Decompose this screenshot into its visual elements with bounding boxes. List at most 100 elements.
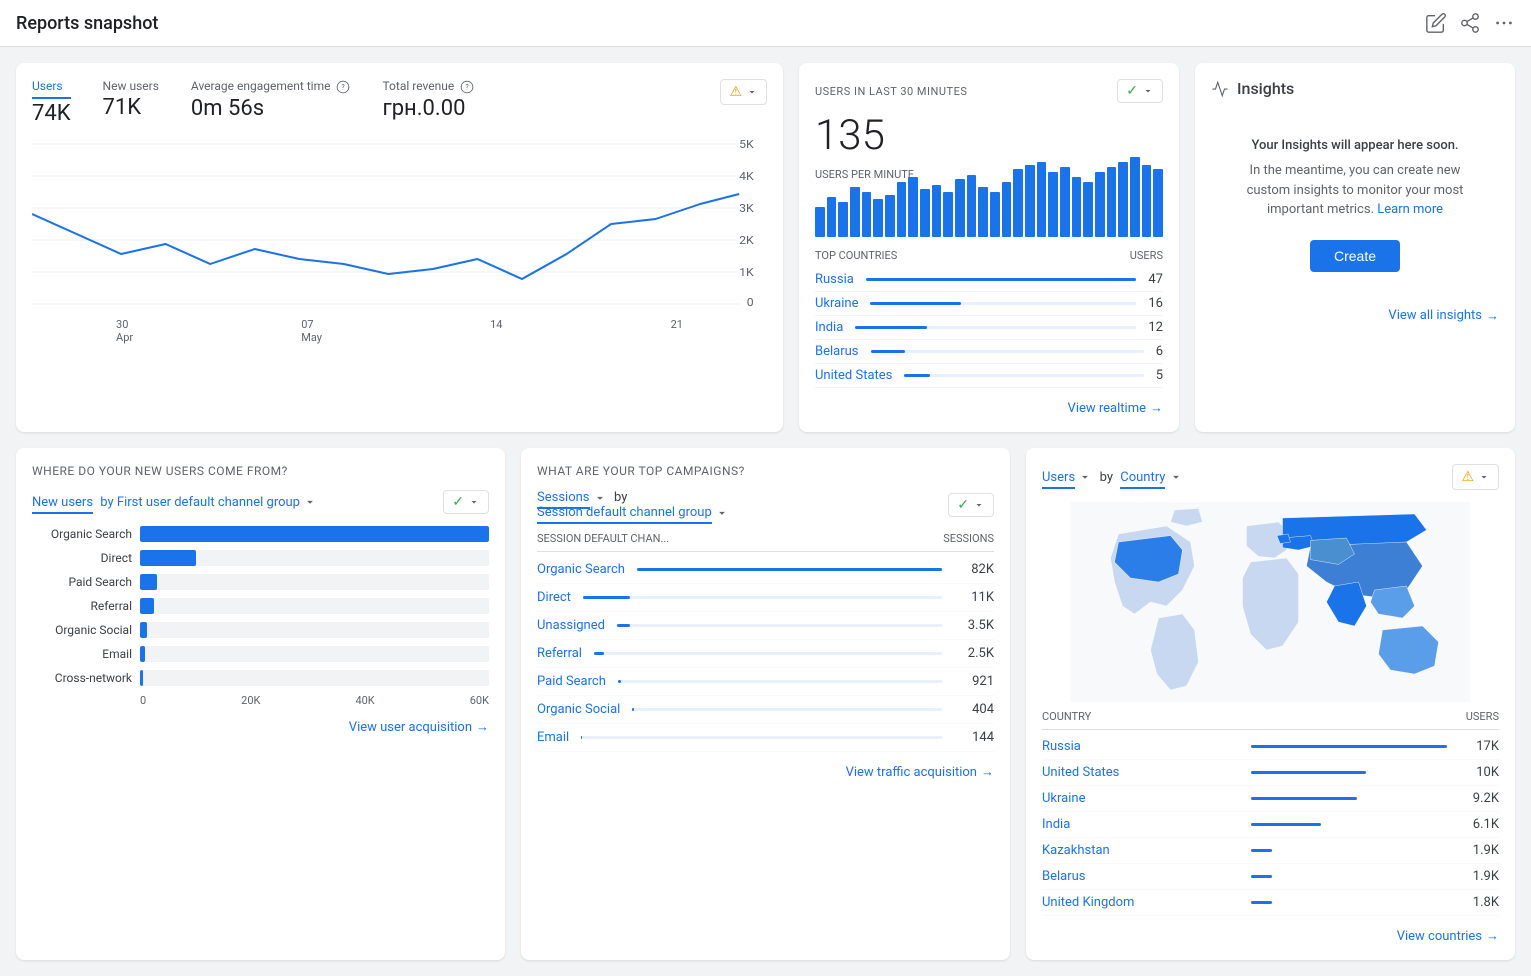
users-col-header: USERS bbox=[1466, 710, 1499, 723]
country-name[interactable]: India bbox=[815, 320, 843, 335]
share-icon[interactable] bbox=[1459, 12, 1481, 34]
country-row: India 12 bbox=[815, 316, 1163, 340]
total-revenue-metric: Total revenue ? грн.0.00 bbox=[382, 79, 474, 121]
top-countries-label: TOP COUNTRIES bbox=[815, 249, 897, 262]
realtime-bar bbox=[1083, 182, 1093, 237]
geo-row: Russia 17K bbox=[1042, 734, 1499, 760]
view-traffic-acq-link[interactable]: View traffic acquisition → bbox=[537, 764, 994, 780]
insights-empty-text: In the meantime, you can create new cust… bbox=[1227, 161, 1483, 220]
view-realtime-link[interactable]: View realtime → bbox=[815, 400, 1163, 416]
realtime-bar bbox=[967, 175, 977, 237]
edit-icon[interactable] bbox=[1425, 12, 1447, 34]
dropdown-icon-acq[interactable] bbox=[303, 495, 317, 509]
acq-check-badge[interactable]: ✓ bbox=[443, 490, 489, 514]
session-name[interactable]: Email bbox=[537, 730, 569, 745]
view-countries-link[interactable]: View countries → bbox=[1042, 928, 1499, 944]
learn-more-link[interactable]: Learn more bbox=[1377, 202, 1443, 217]
metrics-row: Users 74K New users 71K Average engageme… bbox=[32, 79, 767, 126]
create-button[interactable]: Create bbox=[1310, 240, 1400, 272]
hbar-row: Organic Social bbox=[32, 622, 489, 638]
session-name[interactable]: Organic Social bbox=[537, 702, 620, 717]
geo-bar bbox=[1251, 817, 1448, 832]
realtime-check-badge[interactable]: ✓ bbox=[1117, 79, 1163, 103]
help-icon-2: ? bbox=[460, 80, 474, 94]
more-icon[interactable] bbox=[1493, 12, 1515, 34]
country-users: 6 bbox=[1156, 344, 1163, 359]
session-row: Unassigned 3.5K bbox=[537, 612, 994, 640]
user-acq-title: New users by First user default channel … bbox=[32, 495, 317, 510]
country-row: Belarus 6 bbox=[815, 340, 1163, 364]
realtime-bar bbox=[1037, 162, 1047, 237]
geo-country-name[interactable]: Belarus bbox=[1042, 869, 1239, 884]
hbar-row: Paid Search bbox=[32, 574, 489, 590]
session-row: Email 144 bbox=[537, 724, 994, 752]
top-countries-header: TOP COUNTRIES USERS bbox=[815, 249, 1163, 262]
geo-country-name[interactable]: United Kingdom bbox=[1042, 895, 1239, 910]
hbar-container bbox=[140, 646, 489, 662]
camp-check-badge[interactable]: ✓ bbox=[948, 493, 994, 517]
view-user-acq-link[interactable]: View user acquisition → bbox=[32, 719, 489, 735]
geo-bar bbox=[1251, 895, 1448, 910]
hbar-row: Referral bbox=[32, 598, 489, 614]
realtime-bar bbox=[1107, 167, 1117, 237]
users-label[interactable]: Users bbox=[32, 79, 71, 99]
country-name[interactable]: Ukraine bbox=[815, 296, 858, 311]
geo-subheader: Users by Country ⚠ bbox=[1042, 464, 1499, 490]
dropdown-icon-camp2[interactable] bbox=[715, 506, 729, 520]
geo-country-name[interactable]: Ukraine bbox=[1042, 791, 1239, 806]
country-name[interactable]: United States bbox=[815, 368, 892, 383]
geo-users-val: 1.9K bbox=[1459, 869, 1499, 884]
chart-label-21: 21 bbox=[671, 318, 683, 344]
session-name[interactable]: Direct bbox=[537, 590, 571, 605]
realtime-bar bbox=[850, 187, 860, 237]
dropdown-icon-geo3 bbox=[1478, 471, 1490, 483]
session-name[interactable]: Paid Search bbox=[537, 674, 606, 689]
page-header: Reports snapshot bbox=[0, 0, 1531, 47]
session-name[interactable]: Referral bbox=[537, 646, 582, 661]
session-bar bbox=[617, 624, 630, 627]
svg-text:5K: 5K bbox=[739, 138, 754, 151]
new-users-metric: New users 71K bbox=[103, 79, 159, 120]
geo-country-name[interactable]: United States bbox=[1042, 765, 1239, 780]
campaigns-card: WHAT ARE YOUR TOP CAMPAIGNS? Sessions by… bbox=[521, 448, 1010, 960]
dropdown-icon-camp[interactable] bbox=[593, 491, 607, 505]
session-bar-container bbox=[594, 652, 942, 655]
view-all-insights-link[interactable]: View all insights → bbox=[1211, 308, 1499, 324]
session-bar bbox=[583, 596, 630, 599]
session-name[interactable]: Organic Search bbox=[537, 562, 625, 577]
realtime-bar bbox=[978, 187, 988, 237]
user-acq-section-title: WHERE DO YOUR NEW USERS COME FROM? bbox=[32, 464, 489, 478]
hbar-row: Cross-network bbox=[32, 670, 489, 686]
session-row: Paid Search 921 bbox=[537, 668, 994, 696]
campaigns-section-title: WHAT ARE YOUR TOP CAMPAIGNS? bbox=[537, 464, 994, 478]
warning-icon: ⚠ bbox=[729, 84, 742, 100]
world-map bbox=[1042, 502, 1499, 702]
geo-country-name[interactable]: India bbox=[1042, 817, 1239, 832]
realtime-bar bbox=[943, 192, 953, 237]
country-name[interactable]: Russia bbox=[815, 272, 854, 287]
realtime-card: USERS IN LAST 30 MINUTES ✓ 135 USERS PER… bbox=[799, 63, 1179, 432]
geo-row: Kazakhstan 1.9K bbox=[1042, 838, 1499, 864]
users-card: Users 74K New users 71K Average engageme… bbox=[16, 63, 783, 432]
hbar-fill bbox=[140, 622, 147, 638]
chart-label-may: 07May bbox=[301, 318, 322, 344]
geo-bar bbox=[1251, 843, 1448, 858]
warning-badge[interactable]: ⚠ bbox=[720, 79, 767, 105]
session-name[interactable]: Unassigned bbox=[537, 618, 605, 633]
session-bar-container bbox=[581, 736, 942, 739]
session-value: 144 bbox=[954, 730, 994, 745]
user-acq-subheader: New users by First user default channel … bbox=[32, 490, 489, 514]
geo-country-name[interactable]: Kazakhstan bbox=[1042, 843, 1239, 858]
realtime-bar bbox=[1060, 167, 1070, 237]
geo-warning-badge[interactable]: ⚠ bbox=[1452, 464, 1499, 490]
realtime-bar bbox=[1025, 165, 1035, 237]
dropdown-icon-geo2[interactable] bbox=[1169, 470, 1183, 484]
hbar-label: Email bbox=[32, 647, 132, 661]
realtime-bar bbox=[990, 192, 1000, 237]
realtime-bar bbox=[838, 202, 848, 237]
dropdown-icon-geo[interactable] bbox=[1078, 470, 1092, 484]
realtime-bar bbox=[827, 197, 837, 237]
geo-country-name[interactable]: Russia bbox=[1042, 739, 1239, 754]
geo-row: United Kingdom 1.8K bbox=[1042, 890, 1499, 916]
country-name[interactable]: Belarus bbox=[815, 344, 859, 359]
